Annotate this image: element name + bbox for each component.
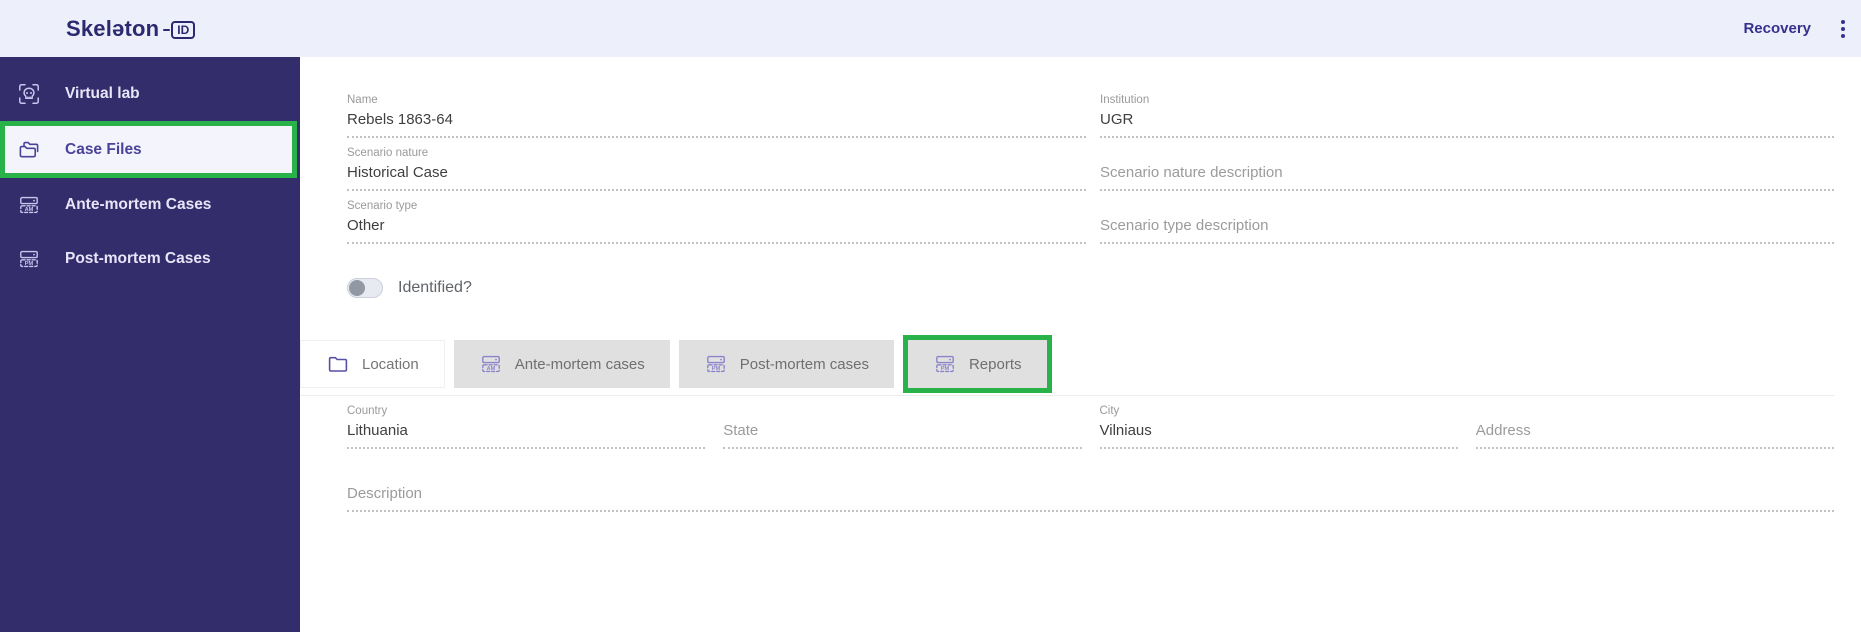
logo-tag-connector <box>163 29 170 31</box>
scenario-nature-description-field[interactable]: Scenario nature description <box>1100 146 1834 199</box>
institution-label: Institution <box>1100 93 1834 110</box>
scenario-nature-field[interactable]: Scenario nature Historical Case <box>347 146 1086 199</box>
identified-label: Identified? <box>398 279 472 297</box>
identified-toggle-row: Identified? <box>347 278 1834 298</box>
app-window: Skelǝton ID Recovery Virtual lab <box>0 0 1861 632</box>
kebab-menu-icon[interactable] <box>1837 16 1849 42</box>
am-cabinet-icon: AM <box>479 352 503 376</box>
scenario-nature-label: Scenario nature <box>347 146 1086 163</box>
tab-label: Post-mortem cases <box>740 356 869 373</box>
tab-label: Reports <box>969 356 1022 373</box>
scenario-type-description-input[interactable]: Scenario type description <box>1100 216 1834 244</box>
scenario-type-value[interactable]: Other <box>347 216 1086 244</box>
svg-text:PM: PM <box>712 366 721 372</box>
sidebar-item-label: Ante-mortem Cases <box>65 196 211 214</box>
scenario-type-description-field[interactable]: Scenario type description <box>1100 199 1834 252</box>
address-input[interactable]: Address <box>1476 421 1834 449</box>
location-form: Country Lithuania State City Vilniaus Ad… <box>347 404 1834 457</box>
sidebar-item-label: Case Files <box>65 141 142 159</box>
logo-id-badge: ID <box>171 21 195 39</box>
sidebar-item-virtual-lab[interactable]: Virtual lab <box>0 67 300 121</box>
folder-icon <box>326 352 350 376</box>
svg-text:AM: AM <box>25 207 34 213</box>
city-label: City <box>1100 404 1458 421</box>
pm-cabinet-icon: PM <box>704 352 728 376</box>
scenario-type-field[interactable]: Scenario type Other <box>347 199 1086 252</box>
logo-wordmark: Skelǝton <box>66 16 159 42</box>
tab-label: Ante-mortem cases <box>515 356 645 373</box>
svg-text:AM: AM <box>486 366 495 372</box>
tab-reports[interactable]: PM Reports <box>908 340 1047 388</box>
name-value[interactable]: Rebels 1863-64 <box>347 110 1086 138</box>
institution-value[interactable]: UGR <box>1100 110 1834 138</box>
identified-toggle[interactable] <box>347 278 383 298</box>
header: Skelǝton ID Recovery <box>0 0 1861 57</box>
recovery-link[interactable]: Recovery <box>1743 20 1811 37</box>
state-input[interactable]: State <box>723 421 1081 449</box>
main-content: Name Rebels 1863-64 Institution UGR Scen… <box>300 57 1861 632</box>
am-cabinet-icon: AM <box>17 193 41 217</box>
svg-text:PM: PM <box>25 261 34 267</box>
toggle-knob <box>349 280 365 296</box>
sidebar-item-case-files[interactable]: Case Files <box>0 121 297 178</box>
case-file-form: Name Rebels 1863-64 Institution UGR Scen… <box>347 93 1834 252</box>
sidebar-item-label: Virtual lab <box>65 85 140 103</box>
app-logo: Skelǝton ID <box>66 16 195 42</box>
scenario-type-label: Scenario type <box>347 199 1086 216</box>
name-label: Name <box>347 93 1086 110</box>
case-folders-icon <box>17 138 41 162</box>
tab-bar: Location AM Ante-mortem cases <box>300 333 1834 396</box>
pm-cabinet-icon: PM <box>933 352 957 376</box>
name-field[interactable]: Name Rebels 1863-64 <box>347 93 1086 146</box>
description-field[interactable]: Description <box>347 484 1834 537</box>
skull-scan-icon <box>17 82 41 106</box>
sidebar-item-post-mortem-cases[interactable]: PM Post-mortem Cases <box>0 232 300 286</box>
scenario-nature-value[interactable]: Historical Case <box>347 163 1086 191</box>
country-label: Country <box>347 404 705 421</box>
annotation-highlight-reports: PM Reports <box>903 335 1052 393</box>
sidebar-item-ante-mortem-cases[interactable]: AM Ante-mortem Cases <box>0 178 300 232</box>
scenario-nature-description-input[interactable]: Scenario nature description <box>1100 163 1834 191</box>
country-field[interactable]: Country Lithuania <box>347 404 705 457</box>
tab-label: Location <box>362 356 419 373</box>
country-value[interactable]: Lithuania <box>347 421 705 449</box>
header-actions: Recovery <box>1743 16 1849 42</box>
address-field[interactable]: Address <box>1476 404 1834 457</box>
tab-location[interactable]: Location <box>300 340 445 388</box>
institution-field[interactable]: Institution UGR <box>1100 93 1834 146</box>
city-field[interactable]: City Vilniaus <box>1100 404 1458 457</box>
sidebar-item-label: Post-mortem Cases <box>65 250 211 268</box>
svg-text:PM: PM <box>941 366 950 372</box>
state-field[interactable]: State <box>723 404 1081 457</box>
sidebar: Virtual lab Case Files AM Ante-mortem <box>0 57 300 632</box>
tab-post-mortem-cases[interactable]: PM Post-mortem cases <box>679 340 894 388</box>
pm-cabinet-icon: PM <box>17 247 41 271</box>
city-value[interactable]: Vilniaus <box>1100 421 1458 449</box>
description-input[interactable]: Description <box>347 484 1834 512</box>
tab-ante-mortem-cases[interactable]: AM Ante-mortem cases <box>454 340 670 388</box>
